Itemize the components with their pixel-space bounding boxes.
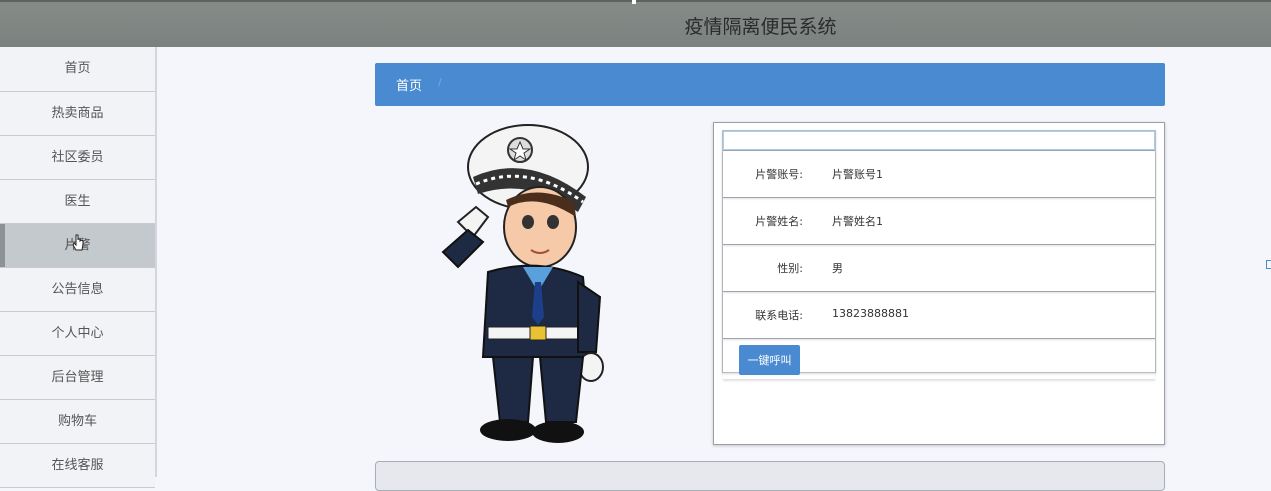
- sidebar-item-hot-products[interactable]: 热卖商品: [0, 92, 155, 136]
- edge-marker: [1266, 260, 1271, 269]
- sidebar-nav: 首页 热卖商品 社区委员 医生 片警 公告信息 个人中心 后台管理 购物车 在线…: [0, 47, 157, 488]
- detail-row-gender: 性别: 男: [723, 244, 1155, 291]
- sidebar-item-home[interactable]: 首页: [0, 47, 155, 92]
- detail-table-header: [723, 131, 1155, 150]
- bottom-panel: [375, 461, 1165, 491]
- name-value: 片警姓名1: [832, 215, 883, 228]
- detail-row-account: 片警账号: 片警账号1: [723, 150, 1155, 197]
- detail-row-phone: 联系电话: 13823888881: [723, 291, 1155, 338]
- header-marker: [632, 0, 636, 4]
- sidebar-item-police[interactable]: 片警: [0, 224, 155, 268]
- sidebar-item-community-committee[interactable]: 社区委员: [0, 136, 155, 180]
- name-label: 片警姓名:: [755, 215, 803, 228]
- account-label: 片警账号:: [755, 168, 803, 181]
- account-value: 片警账号1: [832, 168, 883, 181]
- phone-value: 13823888881: [832, 307, 909, 320]
- officer-detail-panel: 片警账号: 片警账号1 片警姓名: 片警姓名1 性别: 男 联系电话: 1382…: [713, 122, 1165, 445]
- app-title: 疫情隔离便民系统: [684, 16, 837, 38]
- gender-label: 性别:: [777, 262, 803, 275]
- sidebar-item-announcements[interactable]: 公告信息: [0, 268, 155, 312]
- gender-value: 男: [832, 262, 843, 275]
- breadcrumb-separator: /: [438, 76, 442, 89]
- mouse-cursor-icon: [72, 234, 84, 251]
- sidebar-item-cart[interactable]: 购物车: [0, 400, 155, 444]
- detail-row-actions: 一键呼叫: [723, 338, 1155, 379]
- breadcrumb: 首页 /: [375, 63, 1165, 106]
- sidebar-item-doctor[interactable]: 医生: [0, 180, 155, 224]
- sidebar-item-customer-service[interactable]: 在线客服: [0, 444, 155, 488]
- phone-label: 联系电话:: [755, 309, 803, 322]
- detail-row-name: 片警姓名: 片警姓名1: [723, 197, 1155, 244]
- sidebar-item-admin[interactable]: 后台管理: [0, 356, 155, 400]
- sidebar-item-personal-center[interactable]: 个人中心: [0, 312, 155, 356]
- one-click-call-button[interactable]: 一键呼叫: [739, 345, 800, 375]
- police-officer-image: [441, 124, 604, 443]
- breadcrumb-home-link[interactable]: 首页: [396, 75, 422, 94]
- officer-detail-table: 片警账号: 片警账号1 片警姓名: 片警姓名1 性别: 男 联系电话: 1382…: [722, 130, 1156, 375]
- top-header: 疫情隔离便民系统: [0, 0, 1271, 47]
